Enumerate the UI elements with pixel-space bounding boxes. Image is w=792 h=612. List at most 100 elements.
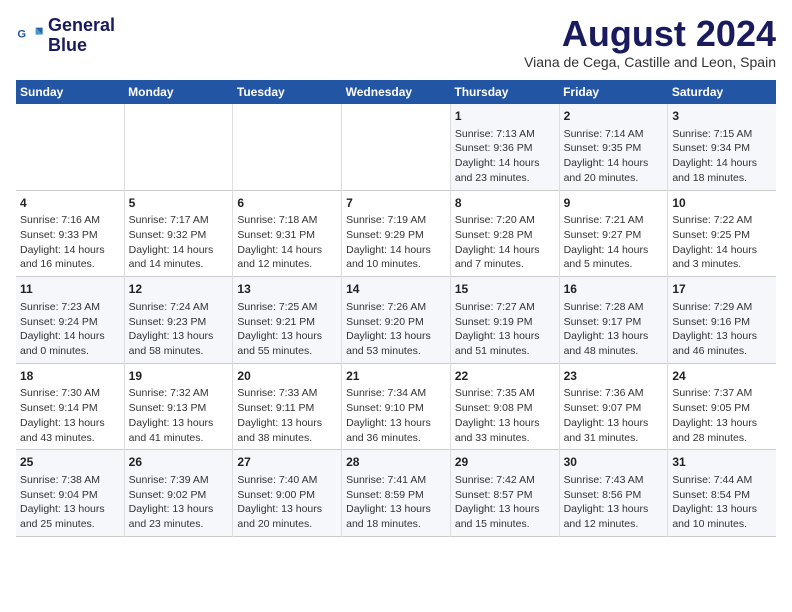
day-content: Sunrise: 7:38 AM Sunset: 9:04 PM Dayligh… (20, 473, 120, 532)
calendar-cell (16, 104, 124, 190)
calendar-cell: 21Sunrise: 7:34 AM Sunset: 9:10 PM Dayli… (342, 363, 451, 450)
title-block: August 2024 Viana de Cega, Castille and … (524, 16, 776, 70)
calendar-cell: 22Sunrise: 7:35 AM Sunset: 9:08 PM Dayli… (450, 363, 559, 450)
day-number: 18 (20, 368, 120, 385)
day-content: Sunrise: 7:44 AM Sunset: 8:54 PM Dayligh… (672, 473, 772, 532)
calendar-week-1: 1 Sunrise: 7:13 AM Sunset: 9:36 PM Daylig… (16, 104, 776, 190)
day-number: 7 (346, 195, 446, 212)
day-content: Sunrise: 7:28 AM Sunset: 9:17 PM Dayligh… (564, 300, 664, 359)
day-content: Sunrise: 7:27 AM Sunset: 9:19 PM Dayligh… (455, 300, 555, 359)
calendar-cell: 12Sunrise: 7:24 AM Sunset: 9:23 PM Dayli… (124, 277, 233, 364)
day-number: 4 (20, 195, 120, 212)
day-number: 10 (672, 195, 772, 212)
calendar-table: SundayMondayTuesdayWednesdayThursdayFrid… (16, 80, 776, 537)
calendar-cell: 13Sunrise: 7:25 AM Sunset: 9:21 PM Dayli… (233, 277, 342, 364)
calendar-cell (342, 104, 451, 190)
page-header: G General Blue August 2024 Viana de Cega… (16, 16, 776, 70)
calendar-cell: 23Sunrise: 7:36 AM Sunset: 9:07 PM Dayli… (559, 363, 668, 450)
calendar-cell: 28 Sunrise: 7:41 AM Sunset: 8:59 PM Dayli… (342, 450, 451, 537)
calendar-week-4: 18Sunrise: 7:30 AM Sunset: 9:14 PM Dayli… (16, 363, 776, 450)
calendar-cell: 31 Sunrise: 7:44 AM Sunset: 8:54 PM Dayli… (668, 450, 776, 537)
calendar-cell: 27 Sunrise: 7:40 AM Sunset: 9:00 PM Dayli… (233, 450, 342, 537)
day-content: Sunrise: 7:24 AM Sunset: 9:23 PM Dayligh… (129, 300, 229, 359)
day-content: Sunrise: 7:16 AM Sunset: 9:33 PM Dayligh… (20, 213, 120, 272)
day-number: 23 (564, 368, 664, 385)
day-number: 21 (346, 368, 446, 385)
day-number: 5 (129, 195, 229, 212)
day-number: 2 (564, 108, 664, 125)
column-header-tuesday: Tuesday (233, 80, 342, 104)
calendar-cell: 24Sunrise: 7:37 AM Sunset: 9:05 PM Dayli… (668, 363, 776, 450)
day-number: 29 (455, 454, 555, 471)
day-content: Sunrise: 7:19 AM Sunset: 9:29 PM Dayligh… (346, 213, 446, 272)
calendar-week-2: 4Sunrise: 7:16 AM Sunset: 9:33 PM Daylig… (16, 190, 776, 277)
day-content: Sunrise: 7:22 AM Sunset: 9:25 PM Dayligh… (672, 213, 772, 272)
day-content: Sunrise: 7:35 AM Sunset: 9:08 PM Dayligh… (455, 386, 555, 445)
day-content: Sunrise: 7:26 AM Sunset: 9:20 PM Dayligh… (346, 300, 446, 359)
day-number: 8 (455, 195, 555, 212)
calendar-cell: 11 Sunrise: 7:23 AM Sunset: 9:24 PM Dayli… (16, 277, 124, 364)
calendar-cell: 3Sunrise: 7:15 AM Sunset: 9:34 PM Daylig… (668, 104, 776, 190)
calendar-cell: 15 Sunrise: 7:27 AM Sunset: 9:19 PM Dayli… (450, 277, 559, 364)
calendar-cell: 5Sunrise: 7:17 AM Sunset: 9:32 PM Daylig… (124, 190, 233, 277)
column-header-thursday: Thursday (450, 80, 559, 104)
month-title: August 2024 (524, 16, 776, 52)
day-number: 25 (20, 454, 120, 471)
day-content: Sunrise: 7:21 AM Sunset: 9:27 PM Dayligh… (564, 213, 664, 272)
logo-icon: G (16, 22, 44, 50)
day-content: Sunrise: 7:25 AM Sunset: 9:21 PM Dayligh… (237, 300, 337, 359)
calendar-cell: 26 Sunrise: 7:39 AM Sunset: 9:02 PM Dayli… (124, 450, 233, 537)
day-content: Sunrise: 7:23 AM Sunset: 9:24 PM Dayligh… (20, 300, 120, 359)
day-number: 17 (672, 281, 772, 298)
day-number: 28 (346, 454, 446, 471)
column-header-monday: Monday (124, 80, 233, 104)
calendar-cell: 1 Sunrise: 7:13 AM Sunset: 9:36 PM Daylig… (450, 104, 559, 190)
day-content: Sunrise: 7:40 AM Sunset: 9:00 PM Dayligh… (237, 473, 337, 532)
day-number: 31 (672, 454, 772, 471)
day-content: Sunrise: 7:32 AM Sunset: 9:13 PM Dayligh… (129, 386, 229, 445)
logo: G General Blue (16, 16, 115, 56)
day-content: Sunrise: 7:36 AM Sunset: 9:07 PM Dayligh… (564, 386, 664, 445)
day-number: 20 (237, 368, 337, 385)
calendar-cell: 8Sunrise: 7:20 AM Sunset: 9:28 PM Daylig… (450, 190, 559, 277)
calendar-cell: 10Sunrise: 7:22 AM Sunset: 9:25 PM Dayli… (668, 190, 776, 277)
day-number: 15 (455, 281, 555, 298)
calendar-cell: 20Sunrise: 7:33 AM Sunset: 9:11 PM Dayli… (233, 363, 342, 450)
calendar-header-row: SundayMondayTuesdayWednesdayThursdayFrid… (16, 80, 776, 104)
day-content: Sunrise: 7:41 AM Sunset: 8:59 PM Dayligh… (346, 473, 446, 532)
calendar-cell: 29 Sunrise: 7:42 AM Sunset: 8:57 PM Dayli… (450, 450, 559, 537)
calendar-cell (124, 104, 233, 190)
column-header-friday: Friday (559, 80, 668, 104)
day-content: Sunrise: 7:17 AM Sunset: 9:32 PM Dayligh… (129, 213, 229, 272)
day-content: Sunrise: 7:30 AM Sunset: 9:14 PM Dayligh… (20, 386, 120, 445)
column-header-sunday: Sunday (16, 80, 124, 104)
day-content: Sunrise: 7:37 AM Sunset: 9:05 PM Dayligh… (672, 386, 772, 445)
day-number: 11 (20, 281, 120, 298)
day-number: 24 (672, 368, 772, 385)
day-number: 3 (672, 108, 772, 125)
day-number: 27 (237, 454, 337, 471)
calendar-cell: 14 Sunrise: 7:26 AM Sunset: 9:20 PM Dayli… (342, 277, 451, 364)
calendar-cell: 16Sunrise: 7:28 AM Sunset: 9:17 PM Dayli… (559, 277, 668, 364)
day-content: Sunrise: 7:42 AM Sunset: 8:57 PM Dayligh… (455, 473, 555, 532)
day-number: 1 (455, 108, 555, 125)
column-header-saturday: Saturday (668, 80, 776, 104)
day-content: Sunrise: 7:13 AM Sunset: 9:36 PM Dayligh… (455, 127, 555, 186)
day-content: Sunrise: 7:18 AM Sunset: 9:31 PM Dayligh… (237, 213, 337, 272)
svg-text:G: G (17, 28, 26, 40)
day-number: 19 (129, 368, 229, 385)
day-content: Sunrise: 7:43 AM Sunset: 8:56 PM Dayligh… (564, 473, 664, 532)
calendar-week-5: 25 Sunrise: 7:38 AM Sunset: 9:04 PM Dayli… (16, 450, 776, 537)
day-number: 14 (346, 281, 446, 298)
calendar-cell: 7Sunrise: 7:19 AM Sunset: 9:29 PM Daylig… (342, 190, 451, 277)
calendar-cell (233, 104, 342, 190)
calendar-cell: 19Sunrise: 7:32 AM Sunset: 9:13 PM Dayli… (124, 363, 233, 450)
calendar-cell: 4Sunrise: 7:16 AM Sunset: 9:33 PM Daylig… (16, 190, 124, 277)
calendar-cell: 6Sunrise: 7:18 AM Sunset: 9:31 PM Daylig… (233, 190, 342, 277)
day-content: Sunrise: 7:34 AM Sunset: 9:10 PM Dayligh… (346, 386, 446, 445)
day-number: 26 (129, 454, 229, 471)
day-content: Sunrise: 7:20 AM Sunset: 9:28 PM Dayligh… (455, 213, 555, 272)
calendar-cell: 9Sunrise: 7:21 AM Sunset: 9:27 PM Daylig… (559, 190, 668, 277)
calendar-cell: 17Sunrise: 7:29 AM Sunset: 9:16 PM Dayli… (668, 277, 776, 364)
day-content: Sunrise: 7:39 AM Sunset: 9:02 PM Dayligh… (129, 473, 229, 532)
